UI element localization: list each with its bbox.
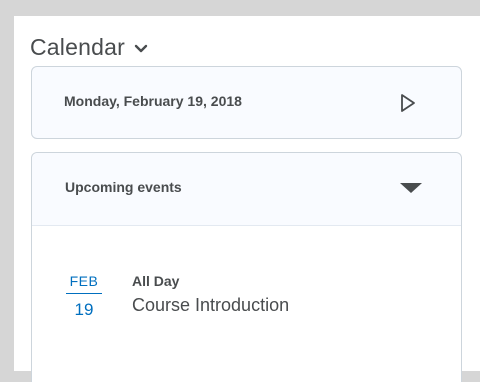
event-item[interactable]: FEB 19 All Day Course Introduction	[66, 273, 426, 333]
event-day: 19	[74, 300, 94, 319]
calendar-widget: Calendar Monday, February 19, 2018 Upcom…	[14, 16, 480, 382]
caret-down-icon[interactable]	[399, 182, 423, 194]
calendar-header[interactable]: Calendar	[30, 34, 148, 61]
event-date: FEB 19	[66, 273, 102, 320]
event-title[interactable]: Course Introduction	[132, 295, 289, 316]
event-time: All Day	[132, 273, 180, 289]
current-date-card: Monday, February 19, 2018	[31, 66, 462, 139]
upcoming-events-toggle[interactable]: Upcoming events	[32, 153, 461, 226]
event-month: FEB	[66, 273, 102, 294]
widget-title: Calendar	[30, 34, 125, 60]
upcoming-events-label: Upcoming events	[65, 179, 182, 195]
current-date: Monday, February 19, 2018	[64, 93, 242, 109]
chevron-down-icon[interactable]	[134, 44, 148, 54]
play-outline-icon[interactable]	[399, 92, 417, 114]
upcoming-events-card: Upcoming events FEB 19 All Day Course In…	[31, 152, 462, 382]
event-info: All Day Course Introduction	[132, 273, 289, 316]
